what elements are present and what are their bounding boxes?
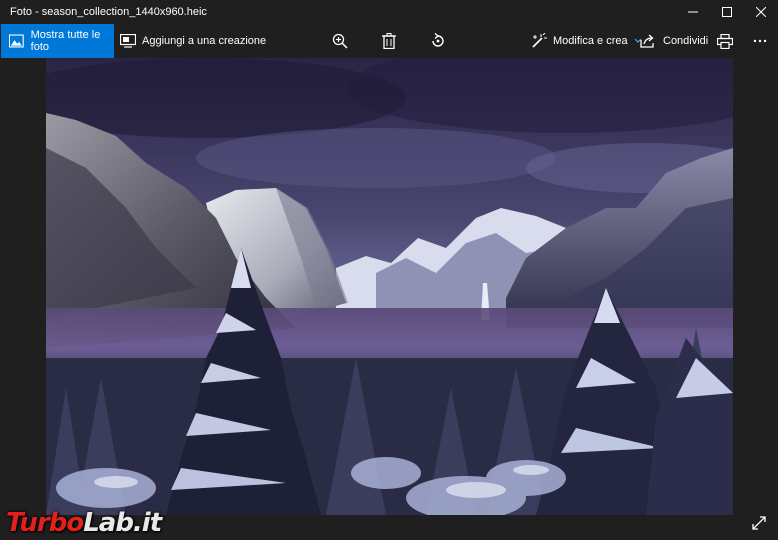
minimize-button[interactable] — [676, 0, 710, 24]
window-title: Foto - season_collection_1440x960.heic — [10, 6, 207, 18]
photo-icon — [9, 34, 24, 48]
minimize-icon — [688, 11, 698, 13]
print-button[interactable] — [712, 24, 738, 58]
show-all-photos-label: Mostra tutte le foto — [30, 29, 101, 53]
edit-create-button[interactable]: Modifica e crea — [531, 24, 642, 58]
share-icon — [640, 34, 654, 48]
share-label: Condividi — [663, 35, 709, 47]
turbolab-watermark: Turbo Lab.it — [6, 506, 162, 538]
show-all-photos-button[interactable]: Mostra tutte le foto — [1, 24, 114, 58]
close-icon — [756, 7, 766, 17]
zoom-button[interactable] — [327, 24, 353, 58]
watermark-part2: Lab.it — [83, 508, 162, 538]
add-to-creation-button[interactable]: Aggiungi a una creazione — [120, 24, 266, 58]
rotate-icon — [432, 33, 444, 47]
more-button[interactable] — [747, 24, 773, 58]
window-controls — [676, 0, 778, 24]
add-to-creation-label: Aggiungi a una creazione — [142, 35, 267, 47]
fullscreen-button[interactable] — [748, 512, 770, 534]
magic-wand-icon — [532, 33, 547, 48]
expand-icon — [752, 516, 766, 530]
trash-icon — [382, 33, 396, 49]
photo-viewer-image[interactable] — [46, 58, 733, 515]
close-button[interactable] — [744, 0, 778, 24]
watermark-part1: Turbo — [6, 508, 84, 538]
rotate-button[interactable] — [425, 24, 451, 58]
slideshow-icon — [120, 34, 136, 48]
landscape-photo — [46, 58, 733, 515]
more-icon — [753, 39, 767, 43]
edit-create-label: Modifica e crea — [553, 35, 628, 47]
toolbar: Mostra tutte le foto Aggiungi a una crea… — [0, 24, 778, 58]
share-button[interactable]: Condividi — [640, 24, 708, 58]
maximize-icon — [722, 7, 732, 17]
delete-button[interactable] — [376, 24, 402, 58]
maximize-button[interactable] — [710, 0, 744, 24]
zoom-in-icon — [332, 33, 348, 49]
title-bar: Foto - season_collection_1440x960.heic — [0, 0, 778, 24]
printer-icon — [717, 33, 733, 49]
